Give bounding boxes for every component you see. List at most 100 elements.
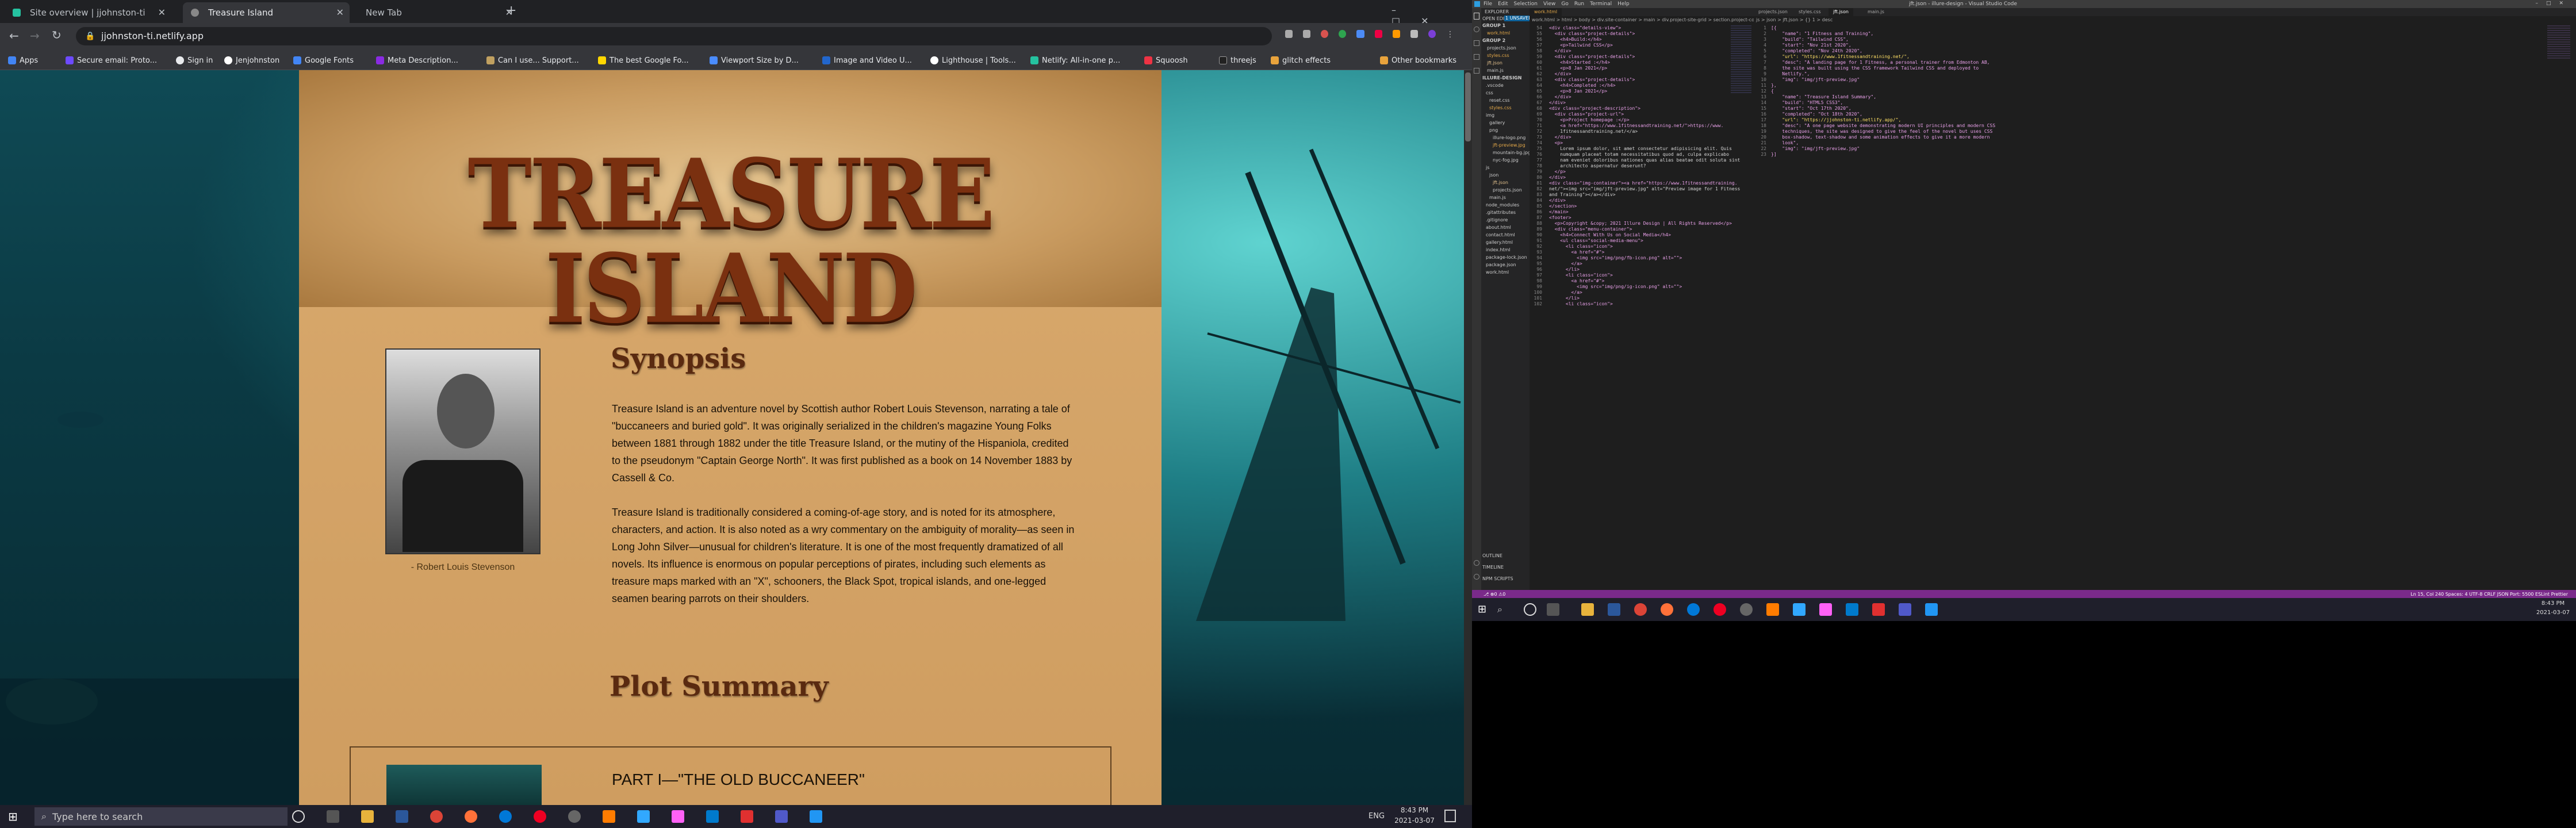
file-tree-item[interactable]: ILLURE-DESIGN [1482, 75, 1521, 81]
illustrator-icon[interactable] [1766, 603, 1779, 616]
word-icon[interactable] [1608, 603, 1620, 616]
menu-item[interactable]: Selection [1514, 1, 1538, 7]
reload-icon[interactable]: ↻ [52, 28, 62, 42]
xd-icon[interactable] [672, 810, 684, 823]
file-tree-item[interactable]: styles.css [1489, 105, 1512, 111]
file-tree-item[interactable]: projects.json [1493, 187, 1522, 193]
edge-icon[interactable] [1687, 603, 1700, 616]
bookmark-item[interactable]: Lighthouse | Tools... [930, 54, 1016, 67]
file-tree-item[interactable]: jft.json [1493, 180, 1508, 186]
search-icon[interactable]: ⌕ [1497, 604, 1502, 615]
word-icon[interactable] [396, 810, 408, 823]
close-icon[interactable]: ✕ [336, 7, 344, 18]
windows-start-icon[interactable]: ⊞ [1478, 603, 1486, 615]
vscode-icon[interactable] [1846, 603, 1858, 616]
menu-item[interactable]: Run [1574, 1, 1584, 7]
extension-icon[interactable] [1321, 30, 1329, 38]
extensions-icon[interactable] [1474, 68, 1479, 74]
file-tree-item[interactable]: js [1486, 165, 1489, 171]
menu-icon[interactable]: ⋮ [1446, 30, 1454, 39]
illustrator-icon[interactable] [603, 810, 615, 823]
minimap[interactable] [1731, 25, 1751, 94]
menu-item[interactable]: Help [1617, 1, 1630, 7]
bookmark-item[interactable]: Jenjohnston [224, 54, 279, 67]
bookmark-item[interactable]: Image and Video U... [822, 54, 912, 67]
file-tree-item[interactable]: styles.css [1487, 53, 1509, 59]
edge-icon[interactable] [499, 810, 512, 823]
gear-icon[interactable] [1474, 574, 1479, 580]
menu-item[interactable]: File [1483, 1, 1492, 7]
tab-site-overview[interactable]: Site overview | jjohnston-ti ✕ [5, 2, 171, 23]
file-tree-item[interactable]: gallery [1489, 120, 1505, 126]
file-tree-item[interactable]: css [1486, 90, 1493, 96]
extension-icon[interactable] [1392, 30, 1400, 38]
taskbar-search[interactable]: ⌕ Type here to search [34, 807, 288, 826]
npm-scripts-section[interactable]: NPM SCRIPTS [1482, 576, 1513, 582]
window-controls[interactable]: –□✕ [2535, 1, 2571, 6]
app-icon[interactable] [810, 810, 822, 823]
tab-jft-json[interactable]: jft.json [1828, 8, 1853, 16]
bookmark-item[interactable]: Secure email: Proto... [66, 54, 157, 67]
menu-item[interactable]: Edit [1498, 1, 1508, 7]
cortana-icon[interactable] [292, 810, 305, 823]
bookmark-item[interactable]: The best Google Fo... [598, 54, 689, 67]
status-right[interactable]: Ln 15, Col 240 Spaces: 4 UTF-8 CRLF JSON… [2410, 592, 2568, 597]
tab-projects-json[interactable]: projects.json [1754, 9, 1792, 14]
scrollbar-thumb[interactable] [1465, 72, 1471, 141]
file-tree-item[interactable]: mountain-bg.jpg [1493, 150, 1531, 156]
minimap[interactable] [2547, 25, 2570, 60]
task-view-icon[interactable] [327, 810, 339, 823]
opera-icon[interactable] [534, 810, 546, 823]
source-control-icon[interactable] [1474, 40, 1479, 46]
file-tree-item[interactable]: nyc-fog.jpg [1493, 158, 1519, 163]
file-tree-item[interactable]: GROUP 1 [1482, 23, 1505, 29]
file-tree-item[interactable]: jft-preview.jpg [1493, 143, 1525, 148]
bookmark-item[interactable]: Squoosh [1144, 54, 1188, 67]
tab-work-html[interactable]: work.html [1529, 8, 1562, 16]
bookmark-other[interactable]: Other bookmarks [1380, 54, 1456, 67]
bookmark-item[interactable]: Sign in [176, 54, 213, 67]
run-debug-icon[interactable] [1474, 54, 1479, 60]
bookmark-item[interactable]: Google Fonts [293, 54, 354, 67]
photoshop-icon[interactable] [637, 810, 650, 823]
search-icon[interactable] [1474, 26, 1479, 32]
avatar[interactable] [1428, 30, 1436, 38]
bookmark-item[interactable]: Netlify: All-in-one p... [1030, 54, 1120, 67]
vscode-icon[interactable] [706, 810, 719, 823]
tray-language[interactable]: ENG [1368, 812, 1385, 821]
timeline-section[interactable]: TIMELINE [1482, 565, 1504, 570]
file-tree-item[interactable]: main.js [1489, 195, 1506, 201]
file-tree-item[interactable]: jft.json [1487, 60, 1502, 66]
bookmark-item[interactable]: Meta Description... [376, 54, 458, 67]
menu-item[interactable]: Terminal [1590, 1, 1612, 7]
puzzle-icon[interactable] [1410, 30, 1418, 38]
chrome-icon[interactable] [1634, 603, 1647, 616]
file-explorer-icon[interactable] [361, 810, 374, 823]
file-tree-item[interactable]: gallery.html [1486, 240, 1513, 246]
photoshop-icon[interactable] [1793, 603, 1805, 616]
notifications-icon[interactable] [1444, 810, 1456, 822]
bookmark-item[interactable]: threejs [1219, 54, 1256, 67]
app-icon[interactable] [568, 810, 581, 823]
account-icon[interactable] [1474, 560, 1479, 566]
page-scrollbar[interactable] [1464, 70, 1472, 805]
menu-item[interactable]: View [1543, 1, 1555, 7]
file-tree-item[interactable]: GROUP 2 [1482, 38, 1505, 44]
file-tree-item[interactable]: .vscode [1486, 83, 1504, 89]
cortana-icon[interactable] [1524, 603, 1536, 616]
filezilla-icon[interactable] [741, 810, 753, 823]
file-explorer-icon[interactable] [1581, 603, 1594, 616]
forward-icon[interactable]: → [30, 29, 40, 43]
teams-icon[interactable] [1899, 603, 1911, 616]
file-tree-item[interactable]: json [1489, 172, 1498, 178]
new-tab-icon[interactable]: + [506, 3, 516, 18]
bookmark-item[interactable]: glitch effects [1271, 54, 1331, 67]
windows-start-icon[interactable]: ⊞ [8, 810, 18, 823]
app-icon[interactable] [1925, 603, 1938, 616]
file-tree-item[interactable]: work.html [1486, 270, 1509, 275]
file-tree-item[interactable]: node_modules [1486, 202, 1519, 208]
tab-styles-css[interactable]: styles.css [1794, 9, 1826, 14]
file-tree-item[interactable]: index.html [1486, 247, 1511, 253]
tray-time[interactable]: 8:43 PM [2536, 600, 2570, 607]
app-icon[interactable] [1740, 603, 1753, 616]
